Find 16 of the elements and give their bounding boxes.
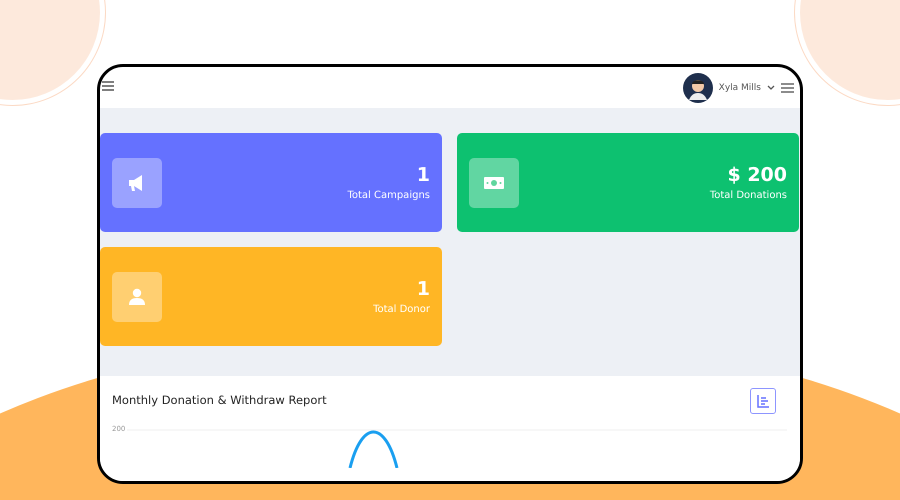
banknote-icon — [483, 174, 505, 190]
chevron-down-icon[interactable] — [767, 84, 775, 90]
report-title: Monthly Donation & Withdraw Report — [112, 393, 327, 407]
stat-value: $ 200 — [728, 164, 787, 186]
stat-label: Total Donor — [373, 304, 430, 315]
bar-chart-icon — [756, 394, 770, 408]
stat-label: Total Campaigns — [347, 190, 430, 201]
chart-button[interactable] — [750, 388, 776, 414]
stat-value: 1 — [416, 278, 430, 300]
user-icon — [128, 288, 146, 306]
stat-value: 1 — [416, 164, 430, 186]
stat-label: Total Donations — [710, 190, 787, 201]
menu-icon[interactable] — [781, 82, 794, 94]
user-name[interactable]: Xyla Mills — [718, 82, 761, 92]
avatar-icon[interactable] — [682, 72, 713, 102]
menu-icon[interactable] — [102, 80, 114, 92]
